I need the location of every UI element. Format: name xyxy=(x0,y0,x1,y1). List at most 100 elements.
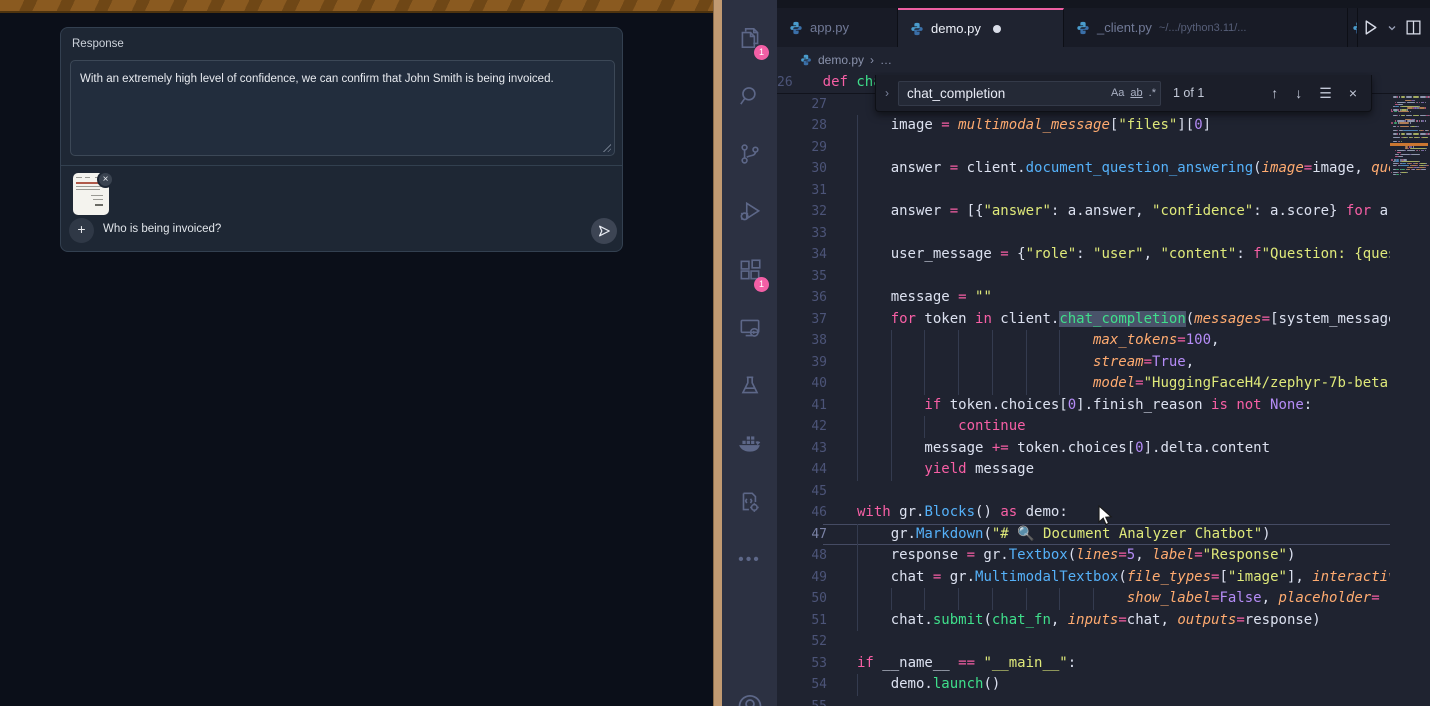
python-icon xyxy=(800,54,812,66)
search-icon xyxy=(737,83,763,109)
code-line-51: 51chat.submit(chat_fn, inputs=chat, outp… xyxy=(777,610,1430,632)
remove-attachment-button[interactable]: × xyxy=(97,171,114,188)
send-button[interactable] xyxy=(591,218,617,244)
code-line-29: 29 xyxy=(777,137,1430,159)
tab-description: ~/.../python3.11/... xyxy=(1159,22,1247,34)
mouse-pointer-icon xyxy=(1097,505,1117,527)
find-results-count: 1 of 1 xyxy=(1173,86,1204,100)
code-line-41: 41if token.choices[0].finish_reason is n… xyxy=(777,395,1430,417)
code-line-30: 30answer = client.document_question_answ… xyxy=(777,158,1430,180)
sidebar-item-extensions[interactable]: 1 xyxy=(722,246,777,294)
find-in-selection-icon[interactable]: ☰ xyxy=(1319,85,1332,102)
code-line-48: 48response = gr.Textbox(lines=5, label="… xyxy=(777,545,1430,567)
code-line-40: 40model="HuggingFaceH4/zephyr-7b-beta") xyxy=(777,373,1430,395)
code-line-50: 50show_label=False, placeholder= xyxy=(777,588,1430,610)
tab-label: demo.py xyxy=(931,21,981,36)
sidebar-item-search[interactable] xyxy=(722,72,777,120)
wallpaper-strip xyxy=(713,0,722,706)
remote-monitor-icon xyxy=(737,315,763,341)
git-branch-icon xyxy=(737,141,763,167)
tab-label: _client.py xyxy=(1097,20,1152,35)
breadcrumb-separator: › xyxy=(870,53,874,67)
editor-actions xyxy=(1358,8,1430,47)
account-icon[interactable] xyxy=(722,680,777,706)
code-line-55: 55 xyxy=(777,696,1430,706)
add-file-button[interactable]: + xyxy=(69,218,94,243)
python-icon xyxy=(789,21,803,35)
code-line-31: 31 xyxy=(777,180,1430,202)
run-button[interactable] xyxy=(1362,19,1379,36)
sidebar-item-explorer[interactable]: 1 xyxy=(722,14,777,62)
code-line-33: 33 xyxy=(777,223,1430,245)
extensions-badge: 1 xyxy=(754,277,769,292)
response-textarea[interactable]: With an extremely high level of confiden… xyxy=(70,60,615,156)
vscode-main: app.py demo.py _client.py ~/.../python3.… xyxy=(777,0,1430,706)
sidebar-item-source-control[interactable] xyxy=(722,130,777,178)
code-line-32: 32answer = [{"answer": a.answer, "confid… xyxy=(777,201,1430,223)
response-label: Response xyxy=(72,38,124,50)
minimap[interactable] xyxy=(1390,72,1430,706)
account-circle-icon xyxy=(736,690,764,706)
tab-demo-py[interactable]: demo.py xyxy=(898,8,1064,47)
breadcrumb[interactable]: demo.py › … xyxy=(777,47,1430,72)
next-match-icon[interactable]: ↓ xyxy=(1295,85,1302,102)
resize-handle-icon[interactable] xyxy=(602,143,611,152)
vscode-window: 1 1 xyxy=(713,0,1430,706)
sidebar-item-run-debug[interactable] xyxy=(722,188,777,236)
python-icon xyxy=(910,22,924,36)
explorer-badge: 1 xyxy=(754,45,769,60)
breadcrumb-more[interactable]: … xyxy=(880,53,892,67)
tab-client-py[interactable]: _client.py ~/.../python3.11/... xyxy=(1064,8,1348,47)
minimap-find-match-marker xyxy=(1390,143,1428,146)
sidebar-item-remote-explorer[interactable] xyxy=(722,304,777,352)
modified-dot-icon[interactable] xyxy=(993,25,1001,33)
code-line-52: 52 xyxy=(777,631,1430,653)
beaker-icon xyxy=(737,373,763,399)
code-line-49: 49chat = gr.MultimodalTextbox(file_types… xyxy=(777,567,1430,589)
file-gear-icon xyxy=(737,489,763,515)
tab-app-py[interactable]: app.py xyxy=(777,8,898,47)
docker-whale-icon xyxy=(737,431,763,457)
code-line-42: 42continue xyxy=(777,416,1430,438)
more-actions-icon[interactable]: ••• xyxy=(722,536,777,584)
divider xyxy=(61,165,622,166)
tab-partial[interactable] xyxy=(1348,8,1358,47)
tab-label: app.py xyxy=(810,20,849,35)
code-line-54: 54demo.launch() xyxy=(777,674,1430,696)
sidebar-item-task-runner[interactable] xyxy=(722,478,777,526)
tab-bar: app.py demo.py _client.py ~/.../python3.… xyxy=(777,0,1430,47)
close-find-icon[interactable]: × xyxy=(1349,85,1357,102)
code-line-37: 37for token in client.chat_completion(me… xyxy=(777,309,1430,331)
paper-plane-icon xyxy=(597,224,611,238)
code-rows: 2728image = multimodal_message["files"][… xyxy=(777,94,1430,706)
debug-icon xyxy=(737,199,763,225)
code-line-34: 34user_message = {"role": "user", "conte… xyxy=(777,244,1430,266)
sidebar-item-docker[interactable] xyxy=(722,420,777,468)
sidebar-item-testing[interactable] xyxy=(722,362,777,410)
activity-bar: 1 1 xyxy=(722,0,777,706)
code-editor[interactable]: 26def chat_fn(multimodal_message): 2728i… xyxy=(777,72,1430,706)
toggle-replace-chevron-icon[interactable]: › xyxy=(876,86,898,100)
find-query-text: chat_completion xyxy=(907,86,1105,101)
match-case-toggle[interactable]: Aa xyxy=(1111,87,1124,99)
gradio-card: Response With an extremely high level of… xyxy=(60,27,623,252)
chat-input-row: + Who is being invoiced? xyxy=(61,218,622,244)
breadcrumb-file[interactable]: demo.py xyxy=(818,53,864,67)
regex-toggle[interactable]: .* xyxy=(1149,87,1156,99)
whole-word-toggle[interactable]: ab xyxy=(1130,87,1142,99)
previous-match-icon[interactable]: ↑ xyxy=(1271,85,1278,102)
code-line-53: 53if __name__ == "__main__": xyxy=(777,653,1430,675)
browser-top-bar xyxy=(0,0,713,13)
code-line-45: 45 xyxy=(777,481,1430,503)
run-dropdown-chevron-icon[interactable] xyxy=(1387,23,1397,33)
code-line-38: 38max_tokens=100, xyxy=(777,330,1430,352)
code-line-36: 36message = "" xyxy=(777,287,1430,309)
find-widget: › chat_completion Aa ab .* 1 of 1 ↑ ↓ ☰ … xyxy=(875,75,1372,112)
code-line-39: 39stream=True, xyxy=(777,352,1430,374)
code-line-44: 44yield message xyxy=(777,459,1430,481)
response-text: With an extremely high level of confiden… xyxy=(80,73,554,85)
gradio-app-panel: Response With an extremely high level of… xyxy=(0,0,713,706)
split-editor-icon[interactable] xyxy=(1405,19,1422,36)
find-input[interactable]: chat_completion Aa ab .* xyxy=(898,81,1161,106)
chat-input-text[interactable]: Who is being invoiced? xyxy=(103,223,221,235)
